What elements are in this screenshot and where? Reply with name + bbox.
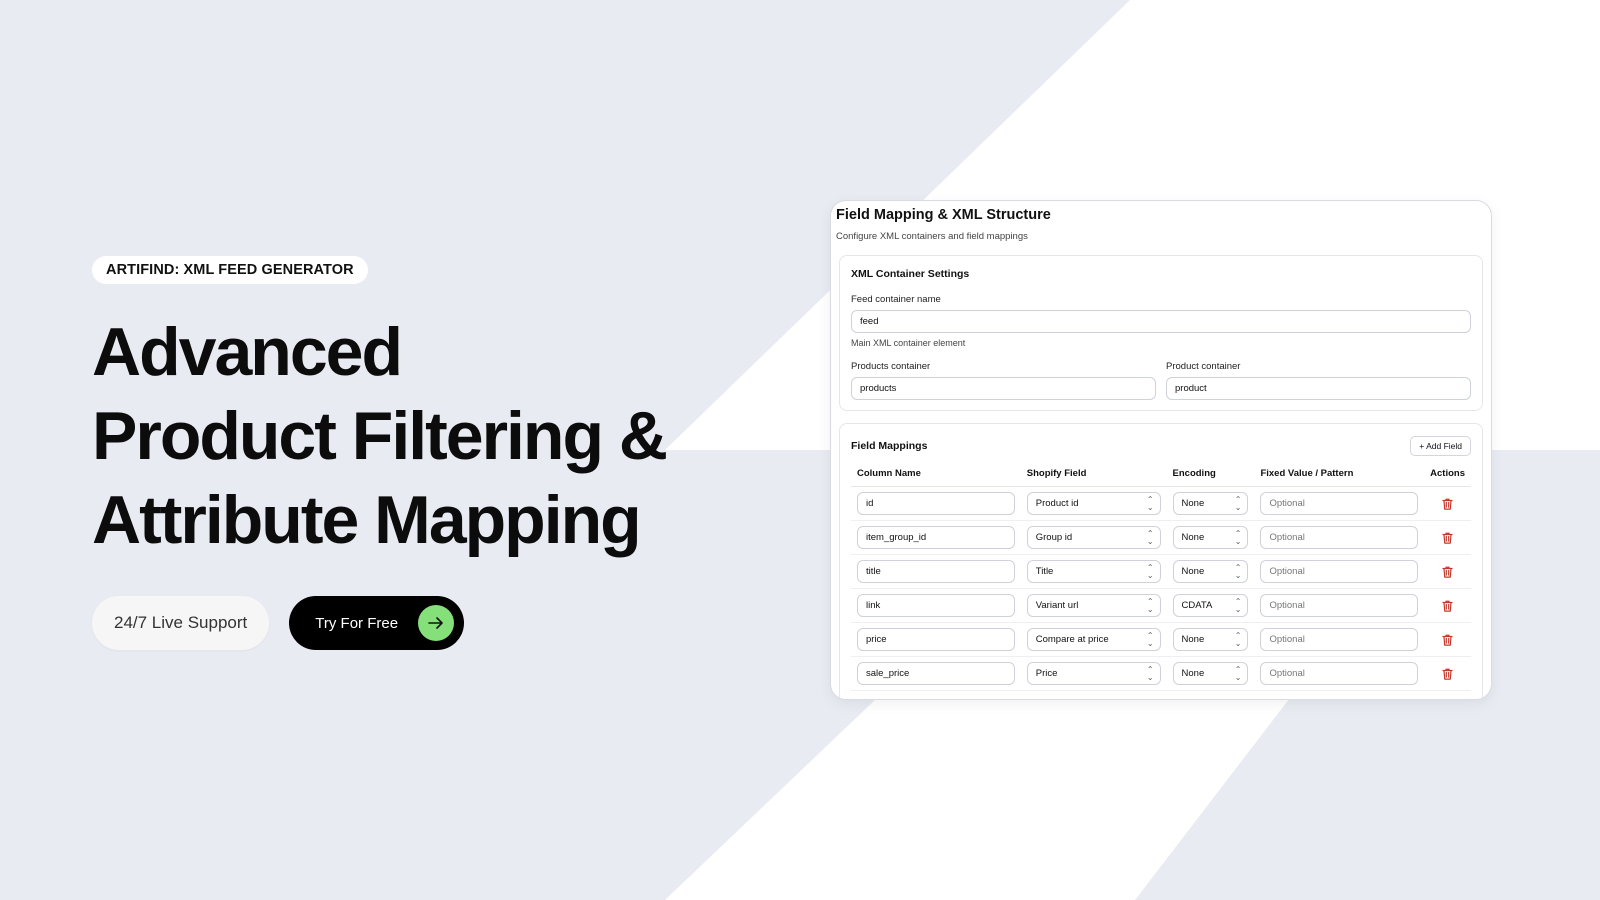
product-container-label: Product container bbox=[1166, 361, 1241, 372]
trash-icon bbox=[1442, 668, 1453, 680]
delete-row-button[interactable] bbox=[1430, 498, 1465, 510]
chevron-up-down-icon: ⌃ ⌄ bbox=[1146, 596, 1154, 614]
field-mappings-table: Column Name Shopify Field Encoding Fixed… bbox=[851, 468, 1471, 691]
encoding-value: None bbox=[1181, 566, 1205, 577]
product-tag: ARTIFIND: XML FEED GENERATOR bbox=[92, 256, 368, 284]
table-row: link Variant url ⌃ ⌄ CDATA ⌃ ⌄ Optional bbox=[851, 588, 1471, 623]
chevron-up-down-icon: ⌃ ⌄ bbox=[1234, 494, 1242, 512]
encoding-select[interactable]: CDATA ⌃ ⌄ bbox=[1172, 594, 1249, 617]
field-mappings-section: Field Mappings + Add Field Column Name S… bbox=[839, 423, 1483, 699]
table-row: item_group_id Group id ⌃ ⌄ None ⌃ ⌄ Optional bbox=[851, 520, 1471, 555]
encoding-select[interactable]: None ⌃ ⌄ bbox=[1172, 492, 1249, 515]
trash-icon bbox=[1442, 566, 1453, 578]
products-container-label: Products container bbox=[851, 361, 931, 372]
trash-icon bbox=[1442, 532, 1453, 544]
shopify-field-select[interactable]: Price ⌃ ⌄ bbox=[1026, 662, 1161, 685]
shopify-field-select[interactable]: Product id ⌃ ⌄ bbox=[1026, 492, 1161, 515]
delete-row-button[interactable] bbox=[1430, 600, 1465, 612]
card-subtitle: Configure XML containers and field mappi… bbox=[836, 231, 1028, 242]
column-name-input[interactable]: link bbox=[857, 594, 1015, 617]
fixed-value-input[interactable]: Optional bbox=[1260, 628, 1419, 651]
headline-line-3: Attribute Mapping bbox=[92, 482, 642, 558]
card-title: Field Mapping & XML Structure bbox=[836, 207, 1051, 223]
headline-line-1: Advanced bbox=[92, 314, 403, 390]
arrow-right-icon bbox=[418, 605, 455, 641]
chevron-up-down-icon: ⌃ ⌄ bbox=[1234, 596, 1242, 614]
shopify-field-value: Price bbox=[1035, 668, 1058, 679]
headline: Advanced Product Filtering & Attribute M… bbox=[92, 310, 732, 562]
encoding-value: None bbox=[1181, 668, 1205, 679]
fixed-value-input[interactable]: Optional bbox=[1260, 594, 1419, 617]
encoding-value: None bbox=[1181, 634, 1205, 645]
live-support-button[interactable]: 24/7 Live Support bbox=[92, 596, 270, 650]
encoding-select[interactable]: None ⌃ ⌄ bbox=[1172, 628, 1249, 651]
encoding-value: CDATA bbox=[1181, 600, 1213, 611]
column-header-column-name: Column Name bbox=[851, 468, 1021, 487]
column-header-shopify-field: Shopify Field bbox=[1020, 468, 1167, 487]
table-row: title Title ⌃ ⌄ None ⌃ ⌄ Optional bbox=[851, 554, 1471, 589]
trash-icon bbox=[1442, 600, 1453, 612]
shopify-field-value: Group id bbox=[1035, 532, 1073, 543]
delete-row-button[interactable] bbox=[1430, 566, 1465, 578]
chevron-up-down-icon: ⌃ ⌄ bbox=[1146, 630, 1154, 648]
products-container-input[interactable]: products bbox=[851, 377, 1156, 400]
shopify-field-select[interactable]: Variant url ⌃ ⌄ bbox=[1026, 594, 1161, 617]
delete-row-button[interactable] bbox=[1430, 532, 1465, 544]
fixed-value-input[interactable]: Optional bbox=[1260, 662, 1419, 685]
table-row: id Product id ⌃ ⌄ None ⌃ ⌄ Optional bbox=[851, 486, 1471, 521]
xml-container-settings: XML Container Settings Feed container na… bbox=[839, 255, 1483, 411]
column-name-input[interactable]: item_group_id bbox=[857, 526, 1015, 549]
encoding-select[interactable]: None ⌃ ⌄ bbox=[1172, 560, 1249, 583]
column-name-input[interactable]: id bbox=[857, 492, 1015, 515]
delete-row-button[interactable] bbox=[1430, 668, 1465, 680]
product-container-input[interactable]: product bbox=[1166, 377, 1471, 400]
delete-row-button[interactable] bbox=[1430, 634, 1465, 646]
feed-container-label: Feed container name bbox=[851, 294, 941, 305]
field-mappings-title: Field Mappings bbox=[851, 440, 928, 452]
fixed-value-input[interactable]: Optional bbox=[1260, 560, 1419, 583]
try-for-free-label: Try For Free bbox=[315, 614, 399, 632]
table-row: sale_price Price ⌃ ⌄ None ⌃ ⌄ Optional bbox=[851, 656, 1471, 691]
chevron-up-down-icon: ⌃ ⌄ bbox=[1234, 664, 1242, 682]
encoding-select[interactable]: None ⌃ ⌄ bbox=[1172, 662, 1249, 685]
headline-line-2: Product Filtering & bbox=[92, 398, 668, 474]
chevron-up-down-icon: ⌃ ⌄ bbox=[1146, 528, 1154, 546]
encoding-value: None bbox=[1181, 532, 1205, 543]
shopify-field-value: Product id bbox=[1035, 498, 1079, 509]
fixed-value-input[interactable]: Optional bbox=[1260, 526, 1419, 549]
column-name-input[interactable]: title bbox=[857, 560, 1015, 583]
shopify-field-select[interactable]: Group id ⌃ ⌄ bbox=[1026, 526, 1161, 549]
chevron-up-down-icon: ⌃ ⌄ bbox=[1146, 562, 1154, 580]
trash-icon bbox=[1442, 498, 1453, 510]
trash-icon bbox=[1442, 634, 1453, 646]
column-header-encoding: Encoding bbox=[1166, 468, 1255, 487]
shopify-field-select[interactable]: Compare at price ⌃ ⌄ bbox=[1026, 628, 1161, 651]
field-mapping-card: Field Mapping & XML Structure Configure … bbox=[830, 200, 1492, 700]
chevron-up-down-icon: ⌃ ⌄ bbox=[1234, 562, 1242, 580]
shopify-field-select[interactable]: Title ⌃ ⌄ bbox=[1026, 560, 1161, 583]
shopify-field-value: Title bbox=[1035, 566, 1054, 577]
fixed-value-input[interactable]: Optional bbox=[1260, 492, 1419, 515]
table-row: price Compare at price ⌃ ⌄ None ⌃ ⌄ Optional bbox=[851, 622, 1471, 657]
hero-section: ARTIFIND: XML FEED GENERATOR Advanced Pr… bbox=[92, 256, 732, 650]
column-header-fixed-value: Fixed Value / Pattern bbox=[1254, 468, 1425, 487]
chevron-up-down-icon: ⌃ ⌄ bbox=[1146, 664, 1154, 682]
shopify-field-value: Compare at price bbox=[1035, 634, 1109, 645]
encoding-value: None bbox=[1181, 498, 1205, 509]
shopify-field-value: Variant url bbox=[1035, 600, 1079, 611]
add-field-button[interactable]: + Add Field bbox=[1410, 436, 1471, 456]
feed-container-hint: Main XML container element bbox=[851, 338, 966, 348]
chevron-up-down-icon: ⌃ ⌄ bbox=[1234, 528, 1242, 546]
column-name-input[interactable]: price bbox=[857, 628, 1015, 651]
try-for-free-button[interactable]: Try For Free bbox=[289, 596, 465, 650]
xml-settings-title: XML Container Settings bbox=[851, 268, 970, 280]
encoding-select[interactable]: None ⌃ ⌄ bbox=[1172, 526, 1249, 549]
chevron-up-down-icon: ⌃ ⌄ bbox=[1234, 630, 1242, 648]
column-name-input[interactable]: sale_price bbox=[857, 662, 1015, 685]
chevron-up-down-icon: ⌃ ⌄ bbox=[1146, 494, 1154, 512]
feed-container-input[interactable]: feed bbox=[851, 310, 1471, 333]
cta-row: 24/7 Live Support Try For Free bbox=[92, 596, 732, 650]
column-header-actions: Actions bbox=[1424, 468, 1471, 487]
